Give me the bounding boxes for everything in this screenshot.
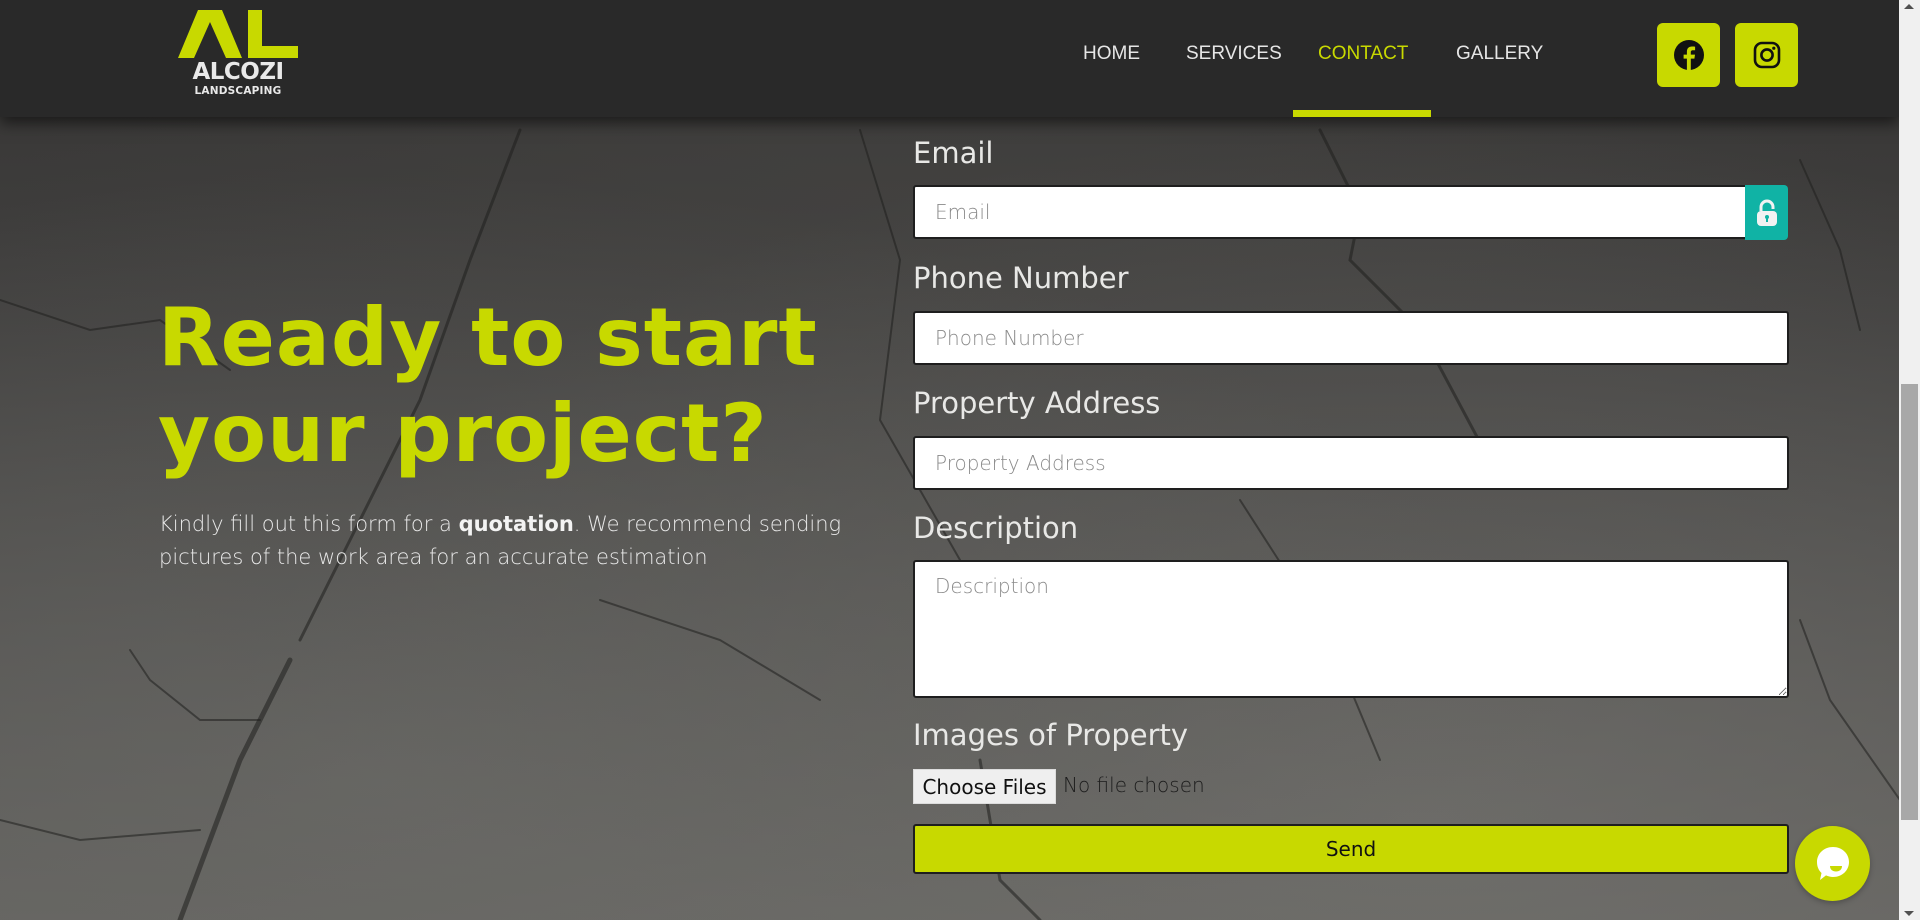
hero-description: Kindly fill out this form for a quotatio… (159, 508, 859, 574)
active-nav-indicator (1293, 110, 1431, 117)
hero-title-line1: Ready to start (158, 291, 818, 384)
choose-files-button[interactable]: Choose Files (913, 769, 1056, 804)
logo-mark-icon (178, 10, 298, 58)
scroll-down-arrow-icon[interactable] (1904, 911, 1914, 916)
description-label: Description (913, 511, 1079, 545)
hero-title-line2: your project? (158, 387, 768, 480)
email-label: Email (913, 136, 994, 170)
phone-label: Phone Number (913, 261, 1129, 295)
instagram-icon (1753, 41, 1780, 69)
email-field[interactable] (913, 185, 1747, 239)
hero-title: Ready to start your project? (158, 290, 858, 482)
file-status: No file chosen (1063, 773, 1205, 797)
hero-text-bold: quotation (458, 512, 574, 536)
nav-item-services[interactable]: SERVICES (1186, 43, 1282, 65)
page-scrollbar[interactable] (1899, 0, 1920, 920)
instagram-button[interactable] (1735, 23, 1798, 87)
hero-text-part1: Kindly fill out this form for a (159, 512, 459, 536)
address-field[interactable] (913, 436, 1789, 490)
scroll-up-arrow-icon[interactable] (1904, 4, 1914, 9)
scrollbar-thumb[interactable] (1901, 384, 1918, 820)
send-button[interactable]: Send (913, 824, 1789, 874)
facebook-icon (1673, 40, 1704, 70)
images-label: Images of Property (913, 718, 1189, 752)
address-label: Property Address (913, 386, 1161, 420)
lock-icon (1756, 199, 1777, 226)
chat-widget-button[interactable] (1795, 826, 1870, 901)
chat-bubble-icon (1816, 846, 1849, 880)
nav-item-home[interactable]: HOME (1083, 43, 1140, 65)
password-manager-button[interactable] (1745, 185, 1788, 240)
brand-logo[interactable]: ALCOZI LANDSCAPING (176, 10, 300, 98)
nav-item-gallery[interactable]: GALLERY (1456, 43, 1543, 65)
brand-name: ALCOZI (192, 59, 284, 85)
site-header: ALCOZI LANDSCAPING HOME SERVICES CONTACT… (0, 0, 1899, 117)
brand-subtitle: LANDSCAPING (194, 85, 282, 97)
phone-field[interactable] (913, 311, 1789, 365)
facebook-button[interactable] (1657, 23, 1720, 87)
description-field[interactable] (913, 560, 1789, 698)
nav-item-contact[interactable]: CONTACT (1318, 43, 1408, 65)
